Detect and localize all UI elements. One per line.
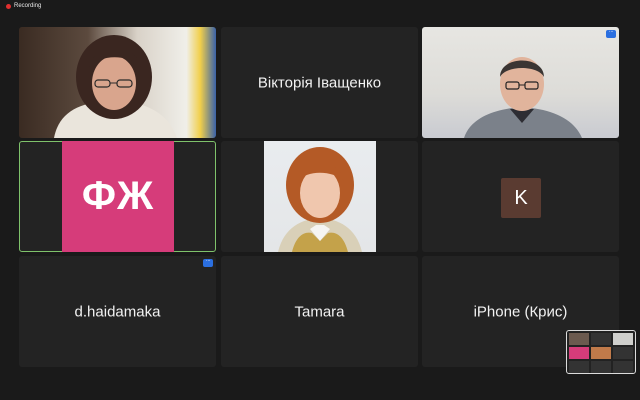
logo-image: ФЖ bbox=[62, 141, 174, 252]
participant-tile-4[interactable]: ФЖ bbox=[19, 141, 216, 252]
participant-tile-6[interactable]: K bbox=[422, 141, 619, 252]
profile-photo bbox=[264, 141, 376, 252]
participant-name: Tamara bbox=[294, 303, 345, 320]
participant-avatar: K bbox=[501, 178, 541, 218]
participant-tile-2[interactable]: Вікторія Іващенко bbox=[221, 27, 418, 138]
participant-tile-7[interactable]: ··· d.haidamaka bbox=[19, 256, 216, 367]
man-video-figure bbox=[464, 57, 582, 138]
recording-dot-icon bbox=[6, 3, 11, 9]
mini-cell bbox=[591, 361, 611, 373]
participant-name: Вікторія Іващенко bbox=[257, 74, 382, 91]
recording-indicator: Recording bbox=[6, 3, 41, 9]
participant-name: d.haidamaka bbox=[74, 303, 161, 320]
participant-tile-5[interactable] bbox=[221, 141, 418, 252]
mini-cell bbox=[613, 347, 633, 359]
more-options-icon[interactable]: ··· bbox=[203, 258, 213, 267]
self-view-thumbnail[interactable] bbox=[566, 330, 636, 374]
participant-tile-8[interactable]: Tamara bbox=[221, 256, 418, 367]
participant-name: iPhone (Крис) bbox=[473, 303, 568, 320]
mini-cell bbox=[569, 347, 589, 359]
woman-video-figure bbox=[54, 35, 177, 138]
participant-tile-1[interactable] bbox=[19, 27, 216, 138]
mini-cell bbox=[613, 333, 633, 345]
participant-tile-3[interactable]: ··· bbox=[422, 27, 619, 138]
recording-label: Recording bbox=[14, 3, 42, 9]
more-options-icon[interactable]: ··· bbox=[606, 29, 616, 38]
mini-cell bbox=[591, 333, 611, 345]
mini-cell bbox=[591, 347, 611, 359]
mini-cell bbox=[569, 361, 589, 373]
mini-cell bbox=[613, 361, 633, 373]
mini-cell bbox=[569, 333, 589, 345]
